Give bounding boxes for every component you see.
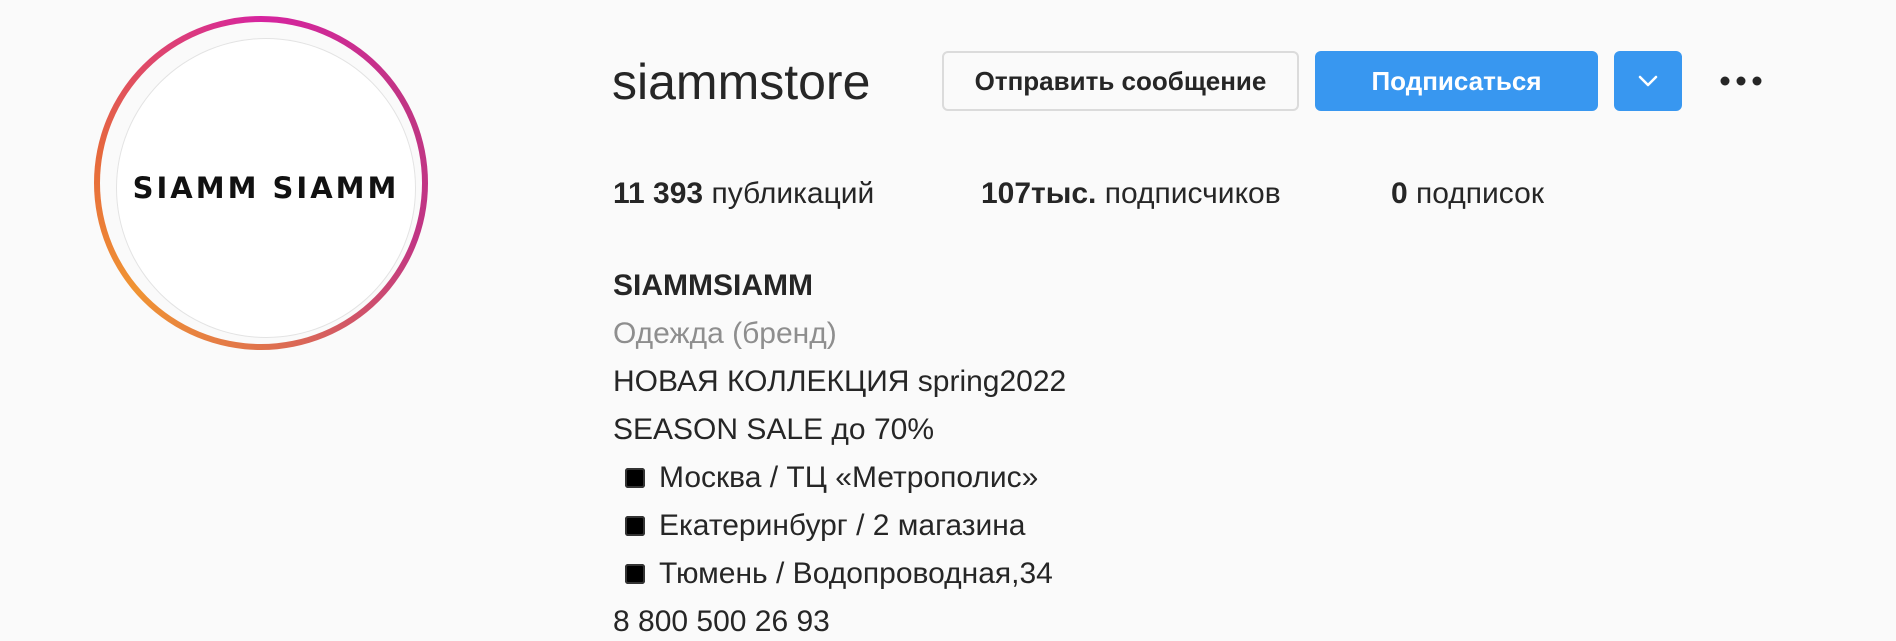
avatar[interactable]: SIAMM SIAMM <box>116 38 416 338</box>
bio-line: SEASON SALE до 70% <box>613 413 934 446</box>
profile-page: SIAMM SIAMM siammstore Отправить сообщен… <box>0 0 1896 641</box>
bio-location: Екатеринбург / 2 магазина <box>659 509 1026 542</box>
posts-label: публикаций <box>711 177 875 210</box>
bio-location-line: Екатеринбург / 2 магазина <box>613 502 1066 550</box>
black-square-icon <box>625 468 645 488</box>
profile-bio: SIAMMSIAMM Одежда (бренд) НОВАЯ КОЛЛЕКЦИ… <box>613 262 1066 641</box>
avatar-logo-text: SIAMM SIAMM <box>132 171 400 205</box>
more-horizontal-icon <box>1720 76 1762 86</box>
chevron-down-icon <box>1638 75 1658 87</box>
bio-location-line: Тюмень / Водопроводная,34 <box>613 550 1066 598</box>
suggested-accounts-button[interactable] <box>1614 51 1682 111</box>
bio-location-line: Москва / ТЦ «Метрополис» <box>613 454 1066 502</box>
bio-location: Москва / ТЦ «Метрополис» <box>659 461 1039 494</box>
black-square-icon <box>625 516 645 536</box>
posts-stat: 11 393 публикаций <box>613 176 874 212</box>
black-square-icon <box>625 564 645 584</box>
following-stat[interactable]: 0 подписок <box>1391 176 1544 212</box>
bio-full-name: SIAMMSIAMM <box>613 269 813 302</box>
follow-button[interactable]: Подписаться <box>1315 51 1598 111</box>
following-count: 0 <box>1391 177 1408 210</box>
avatar-story-ring[interactable]: SIAMM SIAMM <box>94 16 428 350</box>
followers-stat[interactable]: 107тыс. подписчиков <box>981 176 1281 212</box>
followers-count: 107тыс. <box>981 177 1097 210</box>
following-label: подписок <box>1416 177 1544 210</box>
bio-line: НОВАЯ КОЛЛЕКЦИЯ spring2022 <box>613 365 1067 398</box>
avatar-ring-gap: SIAMM SIAMM <box>100 22 422 344</box>
bio-phone: 8 800 500 26 93 <box>613 605 830 638</box>
more-options-button[interactable] <box>1716 60 1766 102</box>
bio-location: Тюмень / Водопроводная,34 <box>659 557 1053 590</box>
posts-count: 11 393 <box>613 177 704 210</box>
profile-username: siammstore <box>612 54 871 110</box>
send-message-button[interactable]: Отправить сообщение <box>942 51 1299 111</box>
followers-label: подписчиков <box>1104 177 1281 210</box>
bio-category: Одежда (бренд) <box>613 317 837 350</box>
